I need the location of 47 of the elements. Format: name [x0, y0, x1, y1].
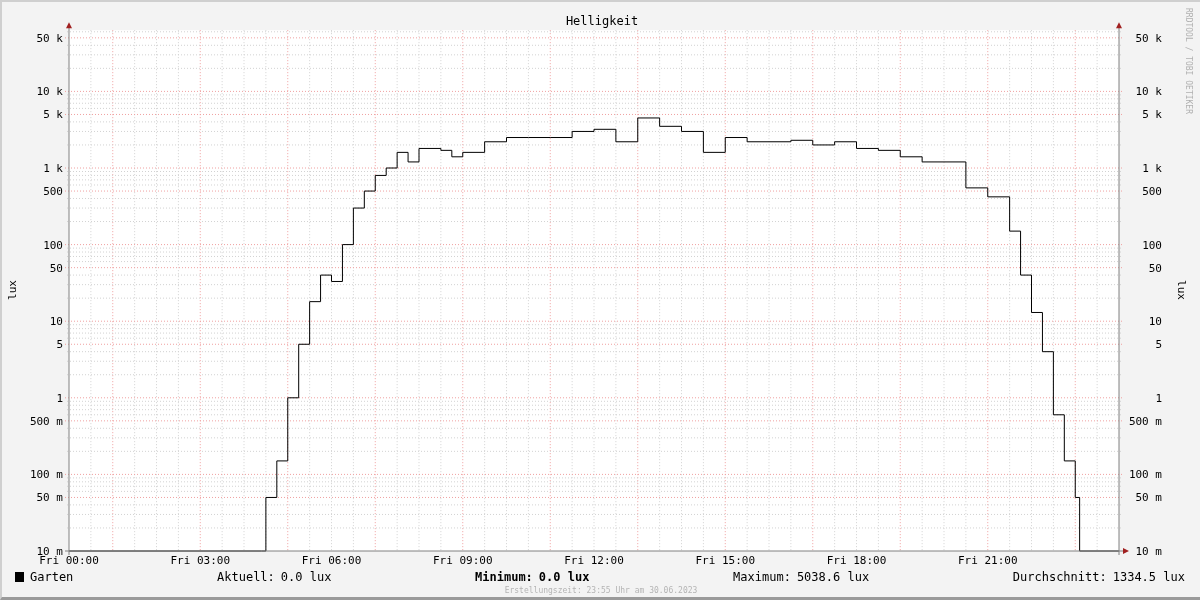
stat-label: Aktuell: [217, 569, 275, 584]
axis-label: 10 k [1135, 85, 1162, 99]
axis-label: 10 [49, 315, 63, 329]
axis-label: 5 [56, 338, 63, 352]
axis-label: 100 [43, 238, 63, 252]
legend-label: Garten [30, 569, 74, 584]
stat-label: Minimum: [475, 569, 533, 584]
axis-label: 100 m [1128, 468, 1162, 482]
axis-label: 50 [49, 261, 63, 275]
axis-label: 50 k [36, 31, 63, 45]
axis-label: 5 k [1142, 108, 1162, 122]
axis-label: Fri 18:00 [826, 554, 887, 567]
credit-text: RRDTOOL / TOBI OETIKER [1184, 8, 1193, 114]
stat-label: Maximum: [733, 569, 791, 584]
axis-label: 10 k [36, 85, 63, 99]
axis-label: 500 [1142, 185, 1162, 199]
axis-label: 1 [56, 391, 63, 405]
stat-value: 0.0 lux [538, 569, 590, 584]
stat-value: 0.0 lux [280, 569, 332, 584]
axis-label: 1 [1155, 391, 1162, 405]
axis-label: 50 m [36, 491, 63, 505]
axis-label: 10 m [1135, 545, 1162, 558]
axis-label: 1 k [1142, 162, 1162, 175]
axis-title: lux [1175, 280, 1188, 300]
axis-label: Fri 06:00 [301, 554, 362, 567]
axis-label: 50 [1148, 261, 1162, 275]
axis-label: 5 [1155, 338, 1162, 352]
stat-value: 5038.6 lux [796, 569, 870, 584]
axis-label: 50 m [1135, 491, 1162, 505]
stat-value: 1334.5 lux [1112, 569, 1185, 584]
axis-label: 5 k [43, 108, 63, 122]
axis-label: Fri 15:00 [695, 554, 756, 567]
axis-label: Fri 21:00 [957, 554, 1018, 567]
axis-label: 500 m [29, 414, 63, 428]
axis-title: lux [6, 280, 19, 300]
axis-label: 500 m [1128, 414, 1162, 428]
axis-label: Fri 09:00 [432, 554, 493, 567]
axis-label: Fri 12:00 [564, 554, 624, 567]
axis-label: 50 k [1135, 31, 1162, 45]
chart-title: Helligkeit [565, 14, 639, 28]
axis-label: 500 [43, 185, 63, 199]
axis-label: 100 m [29, 468, 63, 482]
axis-label: Fri 03:00 [170, 554, 231, 567]
axis-label: 10 [1148, 315, 1162, 329]
axis-label: 100 [1142, 238, 1162, 252]
stat-label: Durchschnitt: [1012, 569, 1107, 584]
axis-label: 1 k [43, 162, 63, 175]
